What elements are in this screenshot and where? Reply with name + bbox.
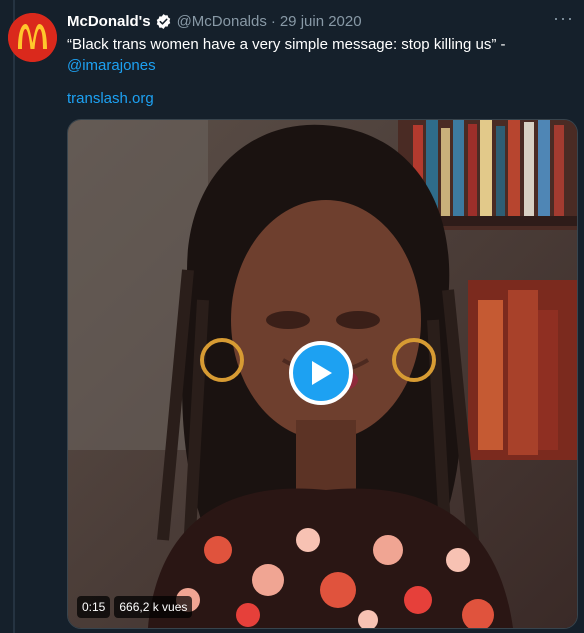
verified-badge-icon: [155, 13, 172, 30]
external-link[interactable]: translash.org: [67, 88, 154, 109]
author-name[interactable]: McDonald's: [67, 13, 151, 30]
author-handle[interactable]: @McDonalds: [177, 13, 267, 30]
mention-link[interactable]: @imarajones: [67, 57, 156, 74]
video-duration: 0:15: [77, 596, 111, 618]
play-icon: [312, 361, 332, 385]
tweet-body: “Black trans women have a very simple me…: [67, 36, 506, 53]
tweet-date[interactable]: 29 juin 2020: [280, 13, 362, 30]
tweet-header: McDonald's @McDonalds · 29 juin 2020: [67, 11, 574, 31]
mcdonalds-logo-icon: [8, 13, 57, 62]
thread-line: [13, 0, 15, 633]
video-stats: 0:15 666,2 k vues: [77, 596, 193, 618]
more-options-icon[interactable]: ···: [553, 8, 574, 29]
tweet-text: “Black trans women have a very simple me…: [67, 34, 572, 76]
header-separator: ·: [270, 12, 276, 30]
avatar[interactable]: [8, 13, 57, 62]
play-button[interactable]: [289, 341, 353, 405]
video-views: 666,2 k vues: [114, 596, 193, 618]
